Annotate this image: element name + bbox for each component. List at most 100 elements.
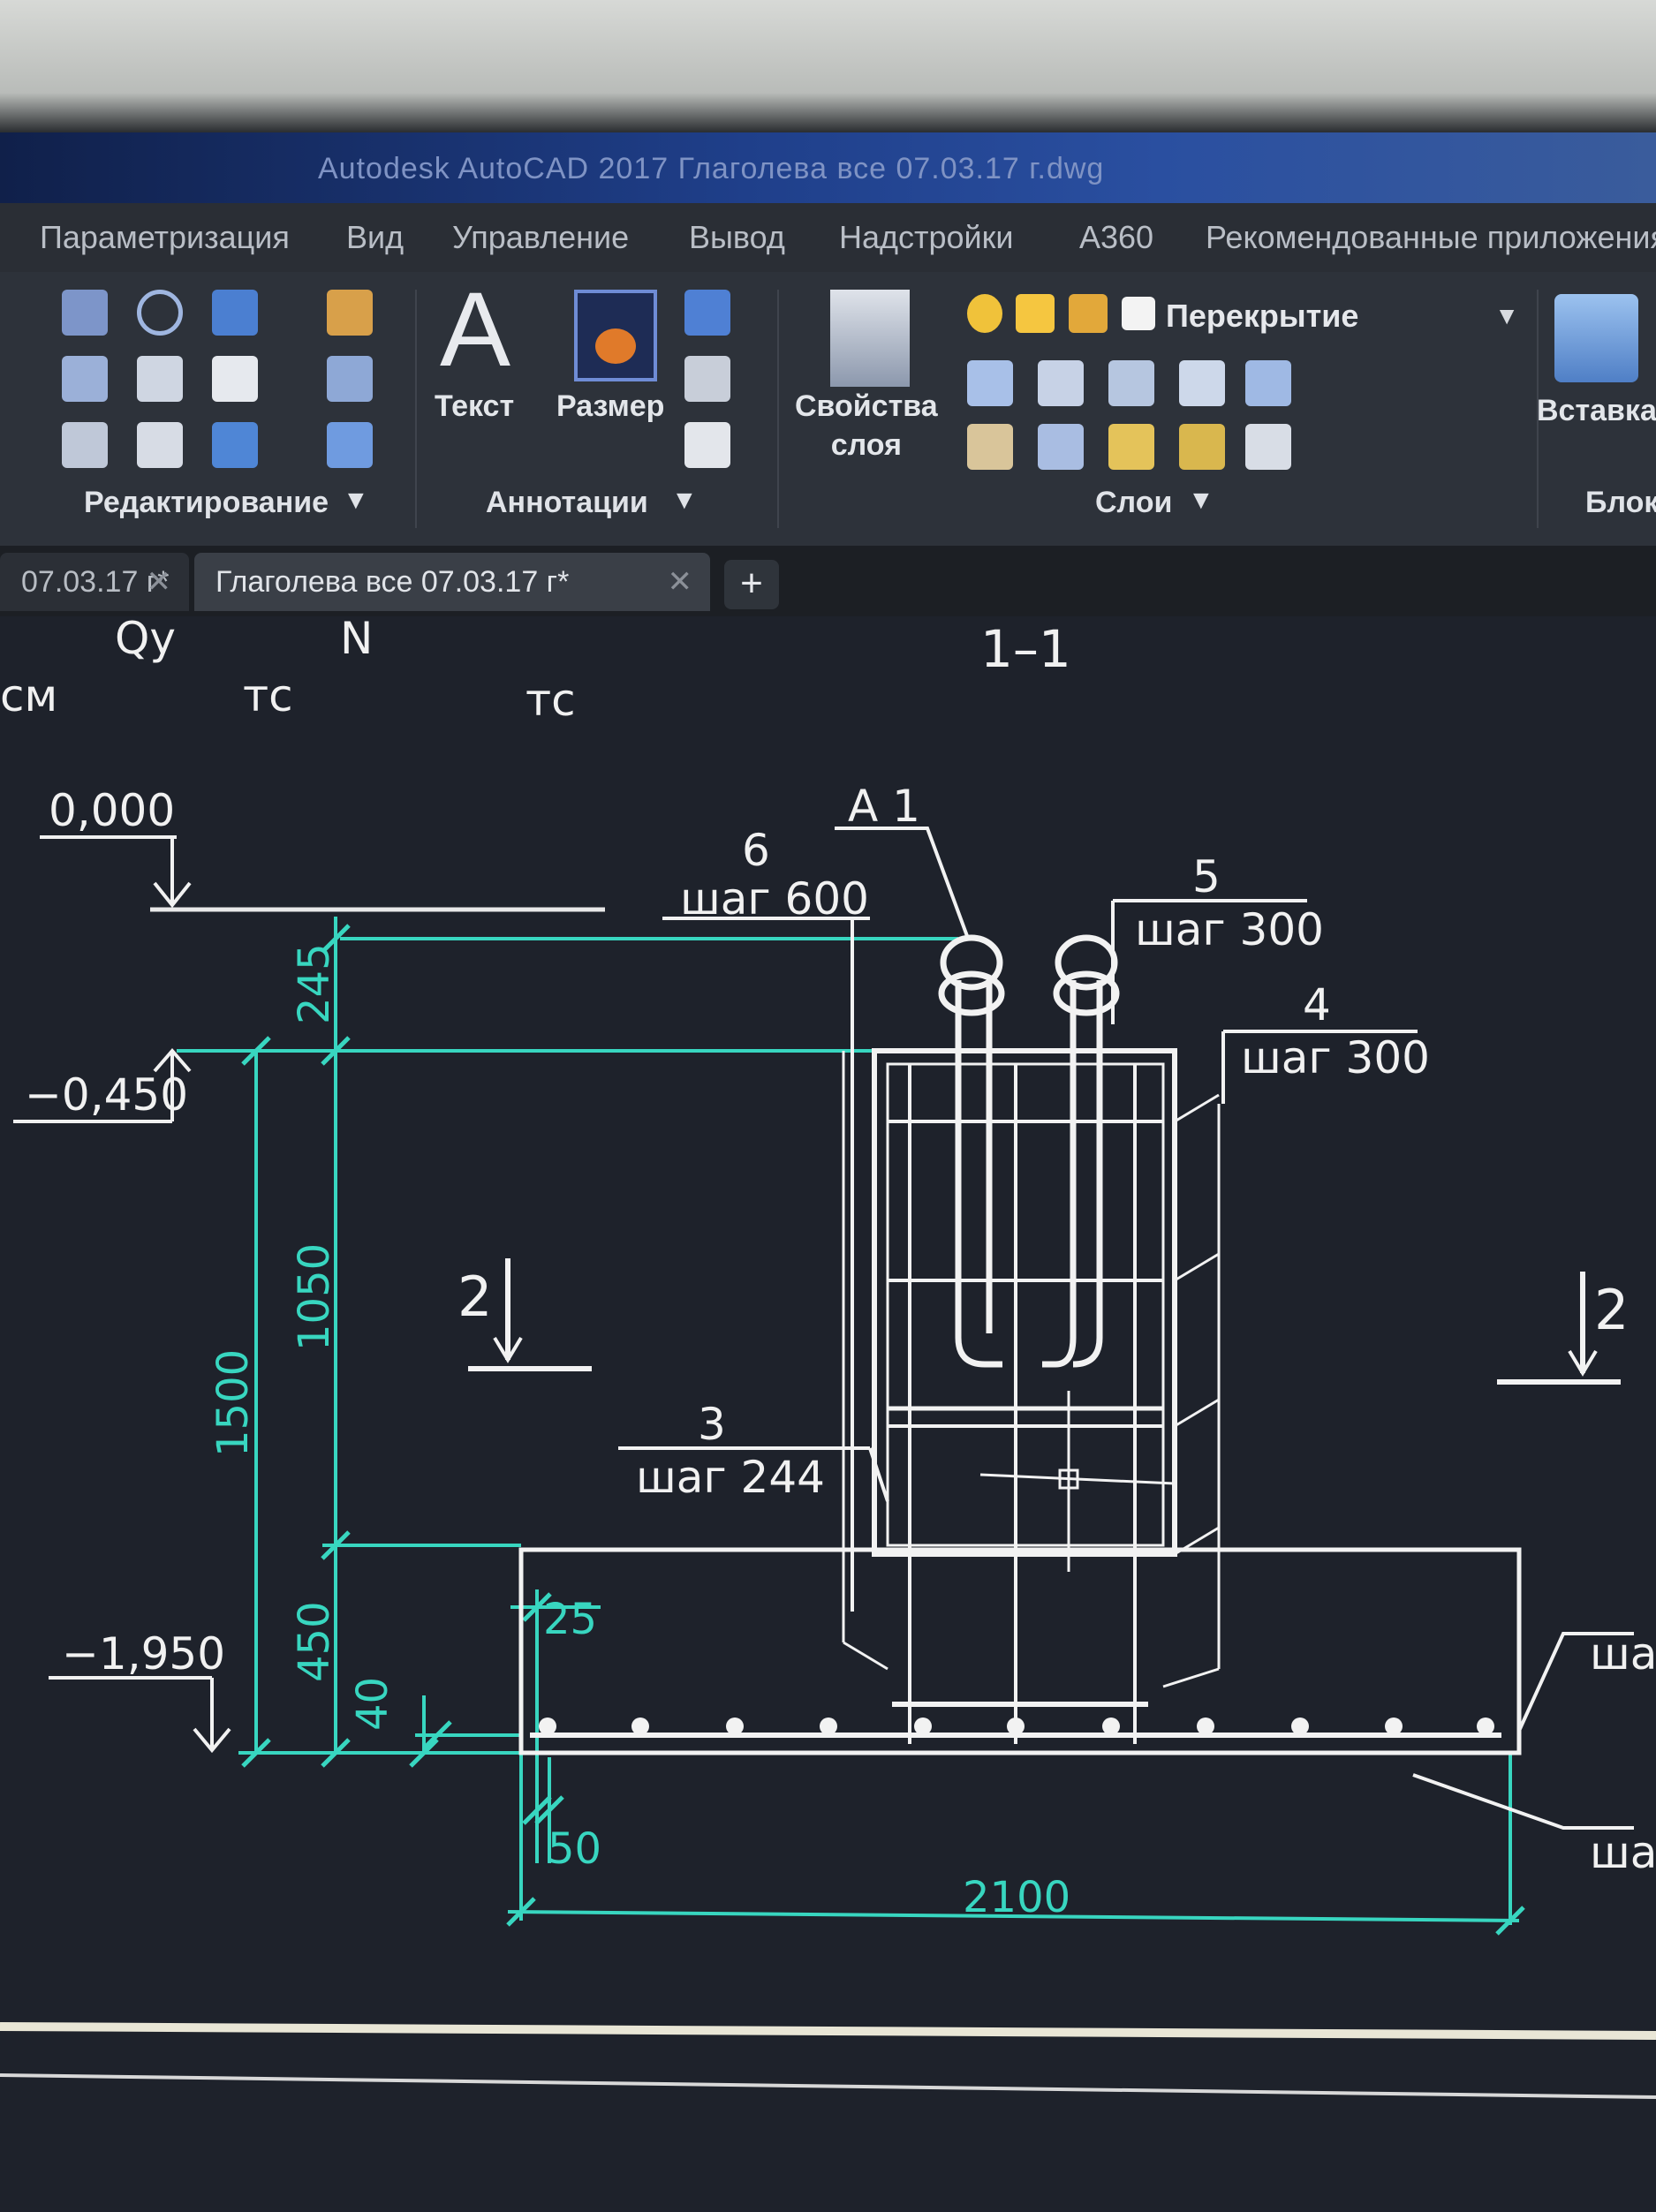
layer-tool-icon-8[interactable] [1108,424,1154,470]
dimension-tool-icon[interactable] [574,290,657,381]
anchor-bolts [938,934,1120,1368]
panel-block-label[interactable]: Блок [1585,486,1656,520]
layer-tool-icon-1[interactable] [967,360,1013,406]
panel-annotations-label[interactable]: Аннотации [486,486,648,520]
dim-450: 450 [290,1601,339,1682]
close-icon[interactable]: ✕ [147,553,172,611]
panel-separator [777,290,779,528]
insert-button[interactable]: Вставка [1537,391,1656,430]
leader-icon[interactable] [684,356,730,402]
mirror-icon[interactable] [137,356,183,402]
trim-icon[interactable] [212,290,258,336]
section-title: 1–1 [980,619,1071,679]
dim-2100: 2100 [963,1873,1070,1922]
header-tc-1: тс [243,670,293,721]
dim-50: 50 [548,1824,601,1874]
layer-lock-icon[interactable] [1069,294,1108,333]
tab-manage[interactable]: Управление [452,219,629,256]
current-layer-value: Перекрытие [1166,298,1359,334]
offset-icon[interactable] [327,422,373,468]
layer-on-bulb-icon[interactable] [967,294,1002,333]
layer-properties-label-line1: Свойства [795,389,938,423]
leader-3-step: шаг 244 [636,1452,825,1503]
layer-properties-icon[interactable] [830,290,910,387]
linear-dimension-icon[interactable] [684,290,730,336]
layer-tool-icon-6[interactable] [967,424,1013,470]
leader-lines [618,827,1634,1830]
tab-a360[interactable]: A360 [1079,219,1153,256]
header-n: N [340,616,373,664]
tab-featured-apps[interactable]: Рекомендованные приложения [1206,219,1656,256]
panel-separator [415,290,417,528]
tab-view[interactable]: Вид [346,219,404,256]
leader-6-label: 6 [742,825,770,876]
move-icon[interactable] [62,290,108,336]
drawing-canvas[interactable]: Qy N см тс тс 1–1 0,000 −0,450 −1,950 24… [0,613,1656,2208]
level-mark-zero: 0,000 [40,785,605,912]
text-button[interactable]: Текст [435,387,514,426]
panel-layers-label[interactable]: Слои [1095,486,1172,520]
dim-245: 245 [290,943,339,1024]
edit-panel-chevron-down-icon[interactable]: ▼ [343,486,369,516]
leader-4-step: шаг 300 [1241,1032,1430,1083]
layer-freeze-sun-icon[interactable] [1016,294,1055,333]
erase-icon[interactable] [327,290,373,336]
chevron-down-icon[interactable]: ▼ [1494,290,1519,343]
header-tc-2: тс [526,675,576,726]
tab-output[interactable]: Вывод [689,219,785,256]
dimension-button[interactable]: Размер [556,387,664,426]
level-mark-minus195: −1,950 [49,1628,231,1754]
drawing-frame-line [0,2073,1656,2099]
leader-6-step: шаг 600 [680,873,869,925]
layer-tool-icon-9[interactable] [1179,424,1225,470]
layer-tool-icon-5[interactable] [1245,360,1291,406]
ribbon-tab-bar: Параметризация Вид Управление Вывод Надс… [0,203,1656,272]
explode-icon[interactable] [327,356,373,402]
array-icon[interactable] [212,422,258,468]
level-minus195-label: −1,950 [62,1628,225,1680]
section-mark-right-number: 2 [1594,1278,1629,1342]
drawing-frame-line [0,2022,1656,2040]
scale-icon[interactable] [137,422,183,468]
section-mark-left-number: 2 [457,1265,492,1329]
stretch-icon[interactable] [62,422,108,468]
annotations-panel-chevron-down-icon[interactable]: ▼ [671,486,698,516]
copy-icon[interactable] [62,356,108,402]
file-tab-label: Глаголева все 07.03.17 г* [216,565,570,599]
leader-5-step: шаг 300 [1135,904,1324,955]
current-layer-dropdown[interactable]: Перекрытие ▼ [1166,290,1519,343]
header-cm: см [0,670,57,721]
dim-40: 40 [348,1677,397,1731]
file-tab-previous[interactable]: 07.03.17 г* ✕ [0,553,189,611]
rotate-icon[interactable] [137,290,183,336]
leader-3-label: 3 [698,1399,726,1450]
close-icon[interactable]: ✕ [668,553,693,611]
layer-tool-icon-4[interactable] [1179,360,1225,406]
layer-properties-button[interactable]: Свойства слоя [795,387,938,464]
leader-4-label: 4 [1303,979,1331,1031]
tab-parametrization[interactable]: Параметризация [40,219,290,256]
layer-tool-icon-7[interactable] [1038,424,1084,470]
dim-1500: 1500 [208,1349,258,1457]
leader-a1-label: А 1 [848,781,920,832]
file-tab-bar: 07.03.17 г* ✕ Глаголева все 07.03.17 г* … [0,546,1656,616]
layers-panel-chevron-down-icon[interactable]: ▼ [1188,486,1214,516]
leader-right-step-2: ша [1590,1827,1656,1878]
table-icon[interactable] [684,422,730,468]
layer-color-swatch[interactable] [1122,297,1155,330]
new-tab-plus-icon[interactable]: + [724,560,779,609]
panel-edit-label[interactable]: Редактирование [84,486,329,520]
insert-block-icon[interactable] [1554,294,1638,382]
layer-tool-icon-10[interactable] [1245,424,1291,470]
title-bar: Autodesk AutoCAD 2017 Глаголева все 07.0… [0,132,1656,203]
layer-tool-icon-2[interactable] [1038,360,1084,406]
leader-right-step-1: ша [1590,1628,1656,1680]
file-tab-active[interactable]: Глаголева все 07.03.17 г* ✕ [194,553,710,611]
text-tool-icon[interactable]: A [440,272,510,387]
fillet-icon[interactable] [212,356,258,402]
drawing-svg: Qy N см тс тс 1–1 0,000 −0,450 −1,950 24… [0,613,1656,2099]
layer-tool-icon-3[interactable] [1108,360,1154,406]
leader-5-label: 5 [1192,851,1221,902]
ribbon: Редактирование ▼ A Текст Размер Аннотаци… [0,272,1656,546]
tab-addins[interactable]: Надстройки [839,219,1014,256]
